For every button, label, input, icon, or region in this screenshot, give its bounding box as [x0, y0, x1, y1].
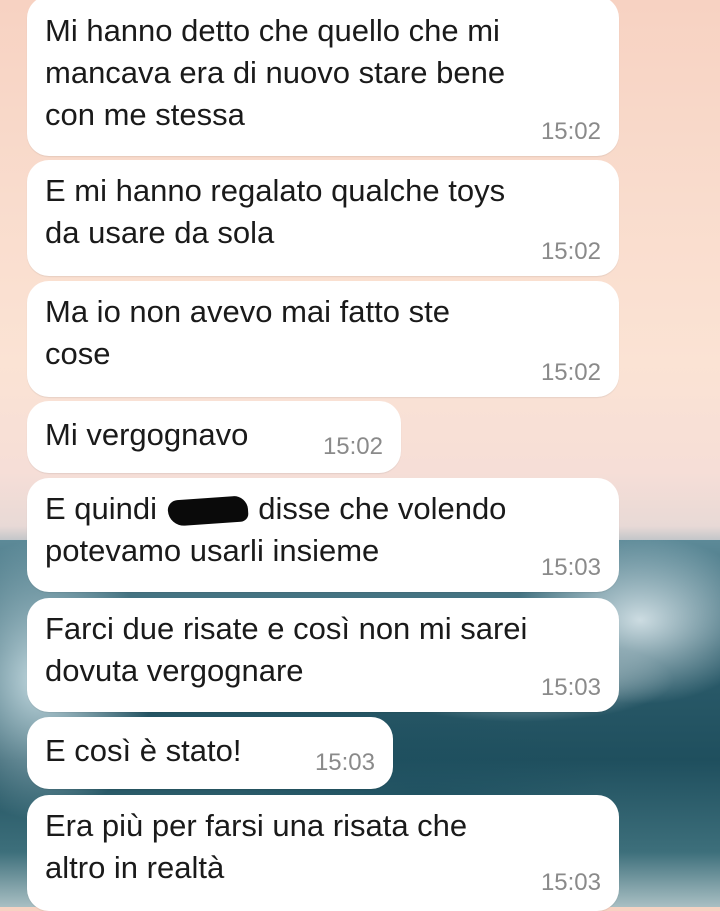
message-bubble[interactable]: Mi hanno detto che quello che mi mancava… [27, 0, 619, 156]
chat-thread[interactable]: Mi hanno detto che quello che mi mancava… [0, 0, 720, 911]
message-text: Mi vergognavo [45, 417, 249, 452]
message-text-part: E quindi [45, 491, 166, 526]
message-bubble[interactable]: Era più per farsi una risata che altro i… [27, 795, 619, 911]
message-time: 15:03 [540, 869, 601, 896]
message-time: 15:03 [540, 674, 601, 701]
message-time: 15:02 [540, 238, 601, 265]
message-time: 15:02 [540, 118, 601, 145]
message-bubble[interactable]: E così è stato! 15:03 [27, 717, 393, 789]
message-bubble[interactable]: Mi vergognavo 15:02 [27, 401, 401, 473]
message-bubble[interactable]: Ma io non avevo mai fatto ste cose 15:02 [27, 281, 619, 397]
message-text-part: potevamo usarli insieme [45, 533, 380, 568]
message-text: E quindi disse che volendo potevamo usarl… [45, 488, 506, 572]
message-time: 15:02 [540, 359, 601, 386]
message-text: E così è stato! [45, 733, 242, 768]
message-time: 15:03 [540, 554, 601, 581]
message-text: Ma io non avevo mai fatto ste cose [45, 294, 450, 371]
message-text: Farci due risate e così non mi sarei dov… [45, 611, 528, 688]
message-time: 15:03 [314, 749, 375, 776]
message-bubble[interactable]: E quindi disse che volendo potevamo usarl… [27, 478, 619, 592]
message-text-part: disse che volendo [249, 491, 507, 526]
message-text: Mi hanno detto che quello che mi mancava… [45, 13, 506, 132]
redaction-mark [166, 495, 249, 527]
message-text: Era più per farsi una risata che altro i… [45, 808, 468, 885]
message-text: E mi hanno regalato qualche toys da usar… [45, 173, 506, 250]
message-time: 15:02 [322, 433, 383, 460]
message-bubble[interactable]: E mi hanno regalato qualche toys da usar… [27, 160, 619, 276]
message-bubble[interactable]: Farci due risate e così non mi sarei dov… [27, 598, 619, 712]
